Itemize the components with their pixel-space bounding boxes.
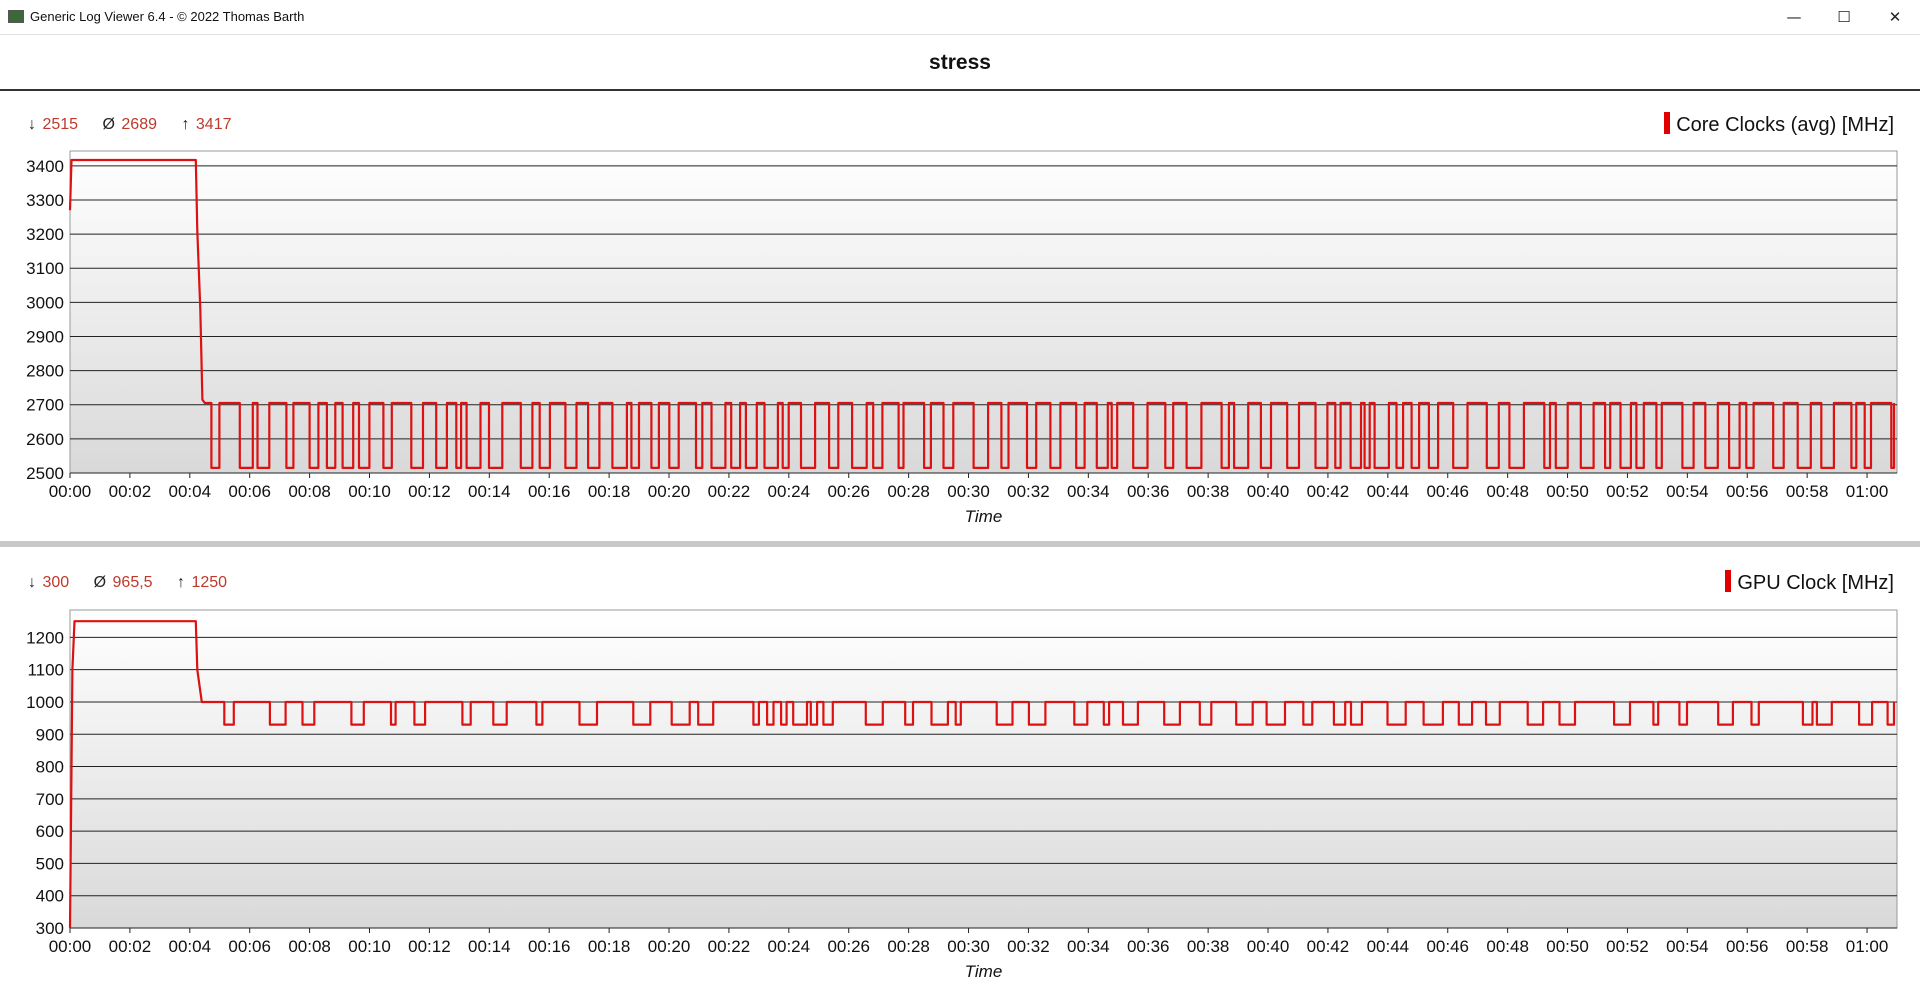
x-tick-label: 00:10	[348, 482, 391, 501]
x-tick-label: 00:02	[109, 482, 152, 501]
sheet-header: stress	[0, 35, 1920, 91]
x-tick-label: 00:18	[588, 937, 631, 956]
y-tick-label: 3400	[26, 157, 64, 176]
gpu-clock-chart[interactable]: 300 400 500 600 700 800 900 1000 1100 1200 00:00 00…	[0, 564, 1920, 1000]
x-tick-label: 00:46	[1426, 937, 1469, 956]
x-tick-label: 00:44	[1367, 482, 1410, 501]
x-tick-label: 00:38	[1187, 482, 1230, 501]
x-tick-label: 00:02	[109, 937, 152, 956]
x-tick-label: 00:24	[768, 937, 811, 956]
x-tick-label: 00:40	[1247, 482, 1290, 501]
y-tick-label: 300	[36, 919, 64, 938]
y-tick-label: 3300	[26, 191, 64, 210]
y-tick-label: 700	[36, 790, 64, 809]
maximize-button[interactable]: ☐	[1819, 0, 1869, 34]
app-icon	[8, 10, 24, 23]
x-tick-label: 00:30	[947, 482, 990, 501]
x-tick-label: 00:22	[708, 937, 751, 956]
x-axis-label: Time	[965, 962, 1003, 981]
x-tick-label: 00:04	[169, 937, 212, 956]
close-button[interactable]: ✕	[1870, 0, 1920, 34]
x-axis-label: Time	[965, 507, 1003, 526]
x-tick-label: 00:44	[1367, 937, 1410, 956]
y-tick-label: 2600	[26, 430, 64, 449]
x-tick-label: 00:46	[1426, 482, 1469, 501]
x-tick-label: 00:12	[408, 482, 451, 501]
x-tick-label: 00:04	[169, 482, 212, 501]
x-tick-label: 00:58	[1786, 937, 1829, 956]
x-tick-label: 01:00	[1846, 937, 1889, 956]
x-tick-label: 00:54	[1666, 482, 1709, 501]
x-tick-label: 00:32	[1007, 937, 1050, 956]
x-tick-label: 00:50	[1546, 482, 1589, 501]
x-tick-label: 00:18	[588, 482, 631, 501]
x-tick-label: 00:38	[1187, 937, 1230, 956]
y-tick-label: 3200	[26, 225, 64, 244]
x-tick-label: 00:12	[408, 937, 451, 956]
x-tick-label: 00:54	[1666, 937, 1709, 956]
x-tick-label: 00:32	[1007, 482, 1050, 501]
x-tick-label: 00:14	[468, 482, 511, 501]
y-tick-label: 3000	[26, 293, 64, 312]
x-tick-label: 00:26	[827, 482, 870, 501]
window-titlebar: Generic Log Viewer 6.4 - © 2022 Thomas B…	[0, 0, 1920, 35]
x-tick-label: 00:30	[947, 937, 990, 956]
x-tick-label: 00:36	[1127, 482, 1170, 501]
minimize-button[interactable]: —	[1769, 0, 1819, 34]
x-tick-label: 00:24	[768, 482, 811, 501]
x-tick-label: 00:00	[49, 937, 92, 956]
x-tick-label: 00:58	[1786, 482, 1829, 501]
y-tick-label: 1000	[26, 693, 64, 712]
window-title: Generic Log Viewer 6.4 - © 2022 Thomas B…	[30, 9, 305, 24]
x-tick-label: 00:16	[528, 482, 571, 501]
y-tick-label: 1100	[27, 661, 64, 680]
x-tick-label: 00:14	[468, 937, 511, 956]
y-tick-label: 2500	[26, 464, 64, 483]
x-tick-label: 00:22	[708, 482, 751, 501]
x-tick-label: 01:00	[1846, 482, 1889, 501]
plot-area	[69, 150, 1898, 474]
x-tick-label: 00:56	[1726, 482, 1769, 501]
y-tick-label: 2900	[26, 327, 64, 346]
x-tick-label: 00:26	[827, 937, 870, 956]
x-tick-label: 00:52	[1606, 482, 1649, 501]
x-tick-label: 00:34	[1067, 937, 1110, 956]
x-tick-label: 00:16	[528, 937, 571, 956]
y-tick-label: 500	[36, 854, 64, 873]
x-tick-label: 00:06	[228, 482, 271, 501]
y-tick-label: 600	[36, 822, 64, 841]
x-tick-label: 00:48	[1486, 937, 1529, 956]
x-tick-label: 00:34	[1067, 482, 1110, 501]
x-tick-label: 00:50	[1546, 937, 1589, 956]
x-tick-label: 00:42	[1307, 937, 1350, 956]
x-tick-label: 00:06	[228, 937, 271, 956]
x-tick-label: 00:08	[288, 482, 331, 501]
gpu-clock-panel: ↓ 300 Ø 965,5 ↑ 1250 GPU Clock [MHz] 300…	[0, 564, 1920, 1000]
core-clocks-panel: ↓ 2515 Ø 2689 ↑ 3417 Core Clocks (avg) […	[0, 106, 1920, 536]
x-tick-label: 00:48	[1486, 482, 1529, 501]
sheet-title: stress	[929, 51, 991, 74]
x-tick-label: 00:40	[1247, 937, 1290, 956]
x-tick-label: 00:36	[1127, 937, 1170, 956]
y-tick-label: 800	[36, 758, 64, 777]
plot-area	[69, 609, 1898, 929]
x-tick-label: 00:42	[1307, 482, 1350, 501]
core-clocks-chart[interactable]: 2500 2600 2700 2800 2900 3000 3100 3200 3300 3400…	[0, 106, 1920, 536]
x-tick-label: 00:10	[348, 937, 391, 956]
x-tick-label: 00:20	[648, 482, 691, 501]
y-tick-label: 400	[36, 887, 64, 906]
x-tick-label: 00:56	[1726, 937, 1769, 956]
x-tick-label: 00:28	[887, 482, 930, 501]
x-tick-label: 00:00	[49, 482, 92, 501]
x-tick-label: 00:08	[288, 937, 331, 956]
x-tick-label: 00:20	[648, 937, 691, 956]
x-tick-label: 00:28	[887, 937, 930, 956]
y-tick-label: 2800	[26, 362, 64, 381]
y-tick-label: 3100	[26, 259, 64, 278]
panel-splitter[interactable]	[0, 541, 1920, 547]
x-tick-label: 00:52	[1606, 937, 1649, 956]
y-tick-label: 900	[36, 725, 64, 744]
y-tick-label: 2700	[26, 396, 64, 415]
y-tick-label: 1200	[26, 628, 64, 647]
